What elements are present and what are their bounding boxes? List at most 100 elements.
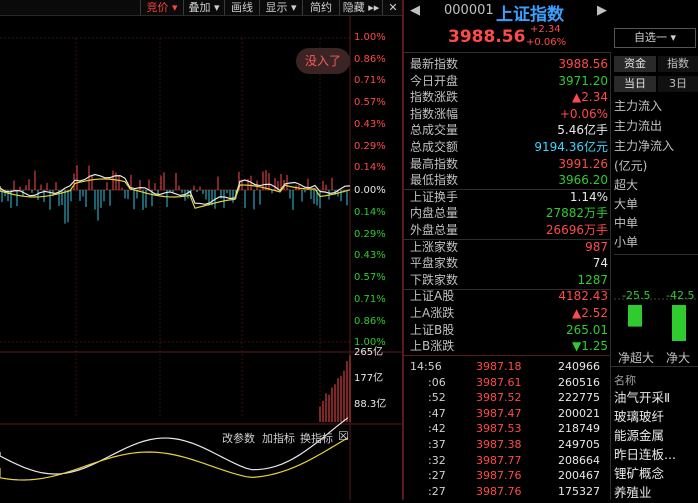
tick-price: 3987.77 (476, 453, 522, 467)
divider (404, 355, 610, 356)
chart-toolbar: 竞价 ▾ 叠加 ▾ 画线 显示 ▾ 简约 隐藏 ▸▸ ✕ (0, 0, 402, 16)
quote-label: 外盘总量 (410, 223, 459, 237)
order-size-label: 中单 (614, 216, 639, 230)
order-size-label: 大单 (614, 197, 639, 211)
intraday-chart[interactable]: 没入了 1.00% 0.86% 0.71% 0.57% 0.43% 0.29% 0.14% … (0, 16, 402, 500)
tick-volume: 260516 (558, 375, 600, 389)
tick-volume: 175327 (558, 484, 600, 498)
change-indicator-button[interactable]: 换指标 (300, 430, 333, 446)
tick-volume: 249705 (558, 438, 600, 451)
quote-value: 3971.20 (558, 73, 608, 88)
quote-row: 上证换手 1.14% (410, 189, 608, 206)
quote-row: 今日开盘 3971.20 (410, 73, 608, 90)
quote-row: 最新指数 3988.56 (410, 56, 608, 73)
flow-label: 主力净流入 (614, 139, 675, 153)
tab-funds[interactable]: 资金 (614, 56, 656, 72)
pct-up-label: 1.00% (354, 32, 386, 43)
index-line (0, 173, 351, 205)
toolbar-draw-button[interactable]: 画线 (224, 0, 259, 15)
sector-item[interactable]: 锂矿概念 (614, 463, 664, 482)
tick-price: 3987.47 (476, 406, 522, 420)
chart-badge[interactable]: 没入了 (296, 48, 350, 74)
toolbar-overlay-button[interactable]: 叠加 ▾ (183, 0, 224, 15)
net-flow-label-super: 净超大 (618, 351, 655, 365)
sector-item[interactable]: 养殖业 (614, 482, 652, 501)
quote-value: ▲2.52 (572, 306, 608, 320)
tick-time: :52 (428, 391, 446, 405)
tick-row: :27 3987.76 200467 (406, 468, 608, 483)
pct-down-label: 0.29% (354, 228, 386, 240)
pct-down-label: 0.86% (354, 315, 386, 327)
quote-value: 9194.36亿元 (534, 140, 608, 154)
tick-time: :27 (428, 484, 446, 498)
quote-row: 最高指数 3991.26 (410, 156, 608, 173)
sector-item[interactable]: 能源金属 (614, 425, 664, 444)
net-flow-label-large: 净大 (666, 351, 691, 365)
watchlist-dropdown[interactable]: 自选一 ▾ (614, 28, 696, 48)
tick-time: :37 (428, 438, 446, 451)
tick-volume: 222775 (558, 391, 600, 405)
quote-panel: ◀ 000001 上证指数 ▶ 3988.56 +2.34 +0.06% 自选一… (404, 0, 698, 500)
quote-row: 内盘总量 27882万手 (410, 205, 608, 222)
flow-unit: (亿元) (614, 159, 648, 173)
toolbar-more-icon[interactable]: ✕ (382, 0, 403, 15)
subtab-3day[interactable]: 3日 (658, 76, 698, 92)
quote-value: 1.14% (569, 189, 608, 204)
quote-label: 平盘家数 (410, 256, 459, 271)
tick-time: :27 (428, 469, 446, 483)
tab-index[interactable]: 指数 (658, 56, 698, 72)
quote-row: 外盘总量 26696万手 (410, 222, 608, 239)
pct-down-label: 0.71% (354, 293, 386, 305)
pct-up-label: 0.43% (354, 118, 386, 130)
sector-item[interactable]: 玻璃玻纤 (614, 406, 664, 425)
subtab-today[interactable]: 当日 (614, 76, 656, 92)
quote-value: +0.06% (559, 106, 608, 121)
pct-up-label: 0.86% (354, 53, 386, 65)
quote-label: 上涨家数 (410, 239, 459, 254)
tick-time: :42 (428, 422, 446, 436)
vol-label-low: 88.3亿 (354, 399, 387, 410)
quote-label: 指数涨跌 (410, 90, 459, 105)
quote-row: 下跌家数 1287 (410, 272, 608, 289)
net-flow-bar (672, 305, 686, 341)
toolbar-simple-button[interactable]: 简约 (302, 0, 339, 15)
sector-item[interactable]: 油气开采Ⅱ (614, 387, 670, 406)
volume-bars (319, 355, 351, 422)
quote-value: ▲2.34 (572, 90, 608, 105)
prev-stock-icon[interactable]: ◀ (410, 3, 420, 18)
tick-volume: 200467 (558, 469, 600, 483)
sector-item[interactable]: 昨日连板... (614, 444, 676, 463)
pct-up-label: 0.71% (354, 75, 386, 87)
flow-label: 主力流入 (614, 99, 663, 113)
quote-row: 上证A股 4182.43 (410, 288, 608, 305)
quote-label: 上证换手 (410, 189, 459, 204)
price-change: +2.34 (530, 24, 561, 35)
toolbar-hide-button[interactable]: 隐藏 ▸▸ (339, 0, 382, 15)
order-size-label: 小单 (614, 235, 639, 249)
quote-value: 4182.43 (558, 289, 608, 304)
tick-volume: 200021 (558, 406, 600, 420)
close-indicator-icon[interactable]: ☒ (338, 429, 349, 443)
tick-row: :37 3987.38 249705 (406, 437, 608, 452)
tick-row: :32 3987.77 208664 (406, 453, 608, 468)
add-indicator-button[interactable]: 加指标 (262, 430, 295, 446)
quote-value: 265.01 (566, 322, 608, 337)
tick-price: 3987.38 (476, 438, 522, 451)
quote-label: 最低指数 (410, 173, 459, 188)
pct-up-label: 0.29% (354, 140, 386, 152)
quote-header: ◀ 000001 上证指数 ▶ (404, 0, 698, 25)
quote-label: 总成交量 (410, 123, 459, 138)
quote-value: 3991.26 (558, 156, 608, 171)
toolbar-auction-button[interactable]: 竞价 ▾ (140, 0, 183, 15)
next-stock-icon[interactable]: ▶ (597, 3, 607, 18)
pct-down-label: 0.43% (354, 250, 386, 262)
quote-row: 平盘家数 74 (410, 255, 608, 272)
quote-row: 上涨家数 987 (410, 239, 608, 256)
divider (610, 52, 611, 500)
pct-up-label: 0.14% (354, 162, 386, 174)
net-flow-value-super: -25.5 (622, 289, 651, 302)
tick-price: 3987.53 (476, 422, 522, 436)
quote-row: 最低指数 3966.20 (410, 172, 608, 189)
edit-params-button[interactable]: 改参数 (222, 430, 255, 446)
toolbar-display-button[interactable]: 显示 ▾ (259, 0, 302, 15)
